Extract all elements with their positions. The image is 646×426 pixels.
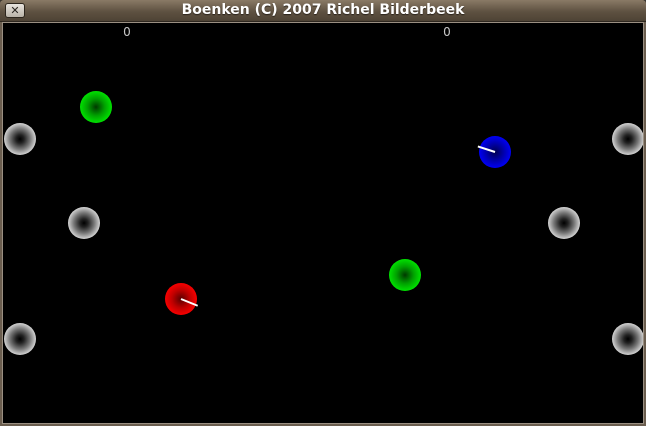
obstacle-ball-right-bottom bbox=[612, 323, 643, 355]
obstacle-ball-left-middle bbox=[68, 207, 100, 239]
window-title: Boenken (C) 2007 Richel Bilderbeek bbox=[181, 2, 465, 18]
player-1-direction-indicator bbox=[180, 298, 199, 307]
title-bar[interactable]: ✕ Boenken (C) 2007 Richel Bilderbeek bbox=[0, 0, 646, 22]
obstacle-ball-left-top bbox=[4, 123, 36, 155]
obstacle-ball-left-bottom bbox=[4, 323, 36, 355]
score-player-2: 0 bbox=[443, 25, 451, 39]
player-2-blue-ball[interactable] bbox=[477, 136, 511, 168]
obstacle-ball-right-middle bbox=[548, 207, 580, 239]
player-1-red-ball[interactable] bbox=[165, 283, 199, 315]
green-ball-1 bbox=[80, 91, 112, 123]
player-2-direction-indicator bbox=[477, 145, 496, 153]
score-player-1: 0 bbox=[123, 25, 131, 39]
game-window: ✕ Boenken (C) 2007 Richel Bilderbeek 0 0 bbox=[0, 0, 646, 426]
playfield[interactable]: 0 0 bbox=[2, 22, 644, 424]
obstacle-ball-right-top bbox=[612, 123, 643, 155]
close-icon: ✕ bbox=[10, 4, 20, 17]
close-button[interactable]: ✕ bbox=[5, 3, 25, 18]
green-ball-2 bbox=[389, 259, 421, 291]
